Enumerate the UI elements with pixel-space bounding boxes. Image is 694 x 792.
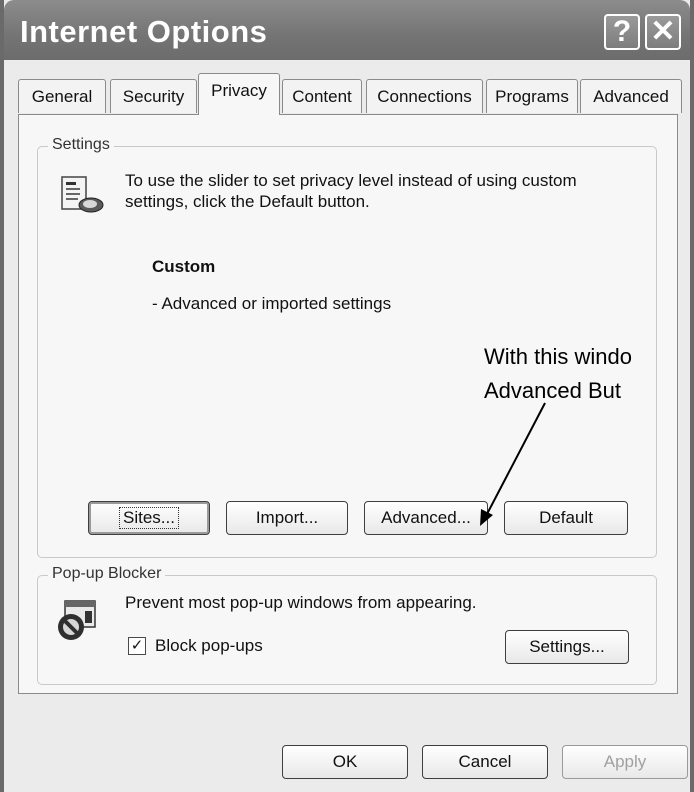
popup-blocker-group-label: Pop-up Blocker — [48, 565, 166, 583]
tab-security[interactable]: Security — [110, 79, 197, 113]
settings-description-line1: To use the slider to set privacy level i… — [125, 171, 577, 190]
settings-group-label: Settings — [48, 136, 114, 154]
privacy-settings-icon — [58, 173, 106, 217]
popup-blocker-description: Prevent most pop-up windows from appeari… — [125, 593, 477, 612]
sites-button[interactable]: Sites... — [88, 501, 210, 535]
settings-description-line2: settings, click the Default button. — [125, 192, 370, 211]
import-button[interactable]: Import... — [226, 501, 348, 535]
sites-button-label: Sites... — [119, 507, 179, 529]
ok-button[interactable]: OK — [282, 745, 408, 779]
window-title: Internet Options — [20, 14, 268, 49]
annotation-line1: With this windo — [484, 344, 632, 369]
popup-settings-button[interactable]: Settings... — [505, 630, 629, 664]
privacy-level-description: - Advanced or imported settings — [152, 294, 392, 313]
apply-button[interactable]: Apply — [562, 745, 688, 779]
annotation-line2: Advanced But — [484, 378, 621, 403]
block-popups-label[interactable]: Block pop-ups — [155, 636, 263, 656]
popup-blocker-icon — [55, 599, 99, 643]
title-bar[interactable]: Internet Options ? ✕ — [4, 0, 690, 60]
default-button[interactable]: Default — [504, 501, 628, 535]
tab-general[interactable]: General — [18, 79, 106, 113]
close-button[interactable]: ✕ — [645, 14, 681, 50]
tab-privacy[interactable]: Privacy — [198, 73, 280, 115]
privacy-level-name: Custom — [152, 257, 216, 276]
tab-programs[interactable]: Programs — [486, 79, 578, 113]
tab-advanced[interactable]: Advanced — [580, 79, 682, 113]
tab-content[interactable]: Content — [282, 79, 362, 113]
tab-connections[interactable]: Connections — [366, 79, 483, 113]
privacy-tab-panel: Settings To use the slider to set privac… — [18, 114, 678, 694]
block-popups-checkbox[interactable]: ✓ — [128, 637, 146, 655]
help-button[interactable]: ? — [604, 14, 640, 50]
cancel-button[interactable]: Cancel — [422, 745, 548, 779]
advanced-button[interactable]: Advanced... — [364, 501, 488, 535]
popup-blocker-group: Pop-up Blocker Prevent most pop-up windo… — [37, 565, 657, 685]
